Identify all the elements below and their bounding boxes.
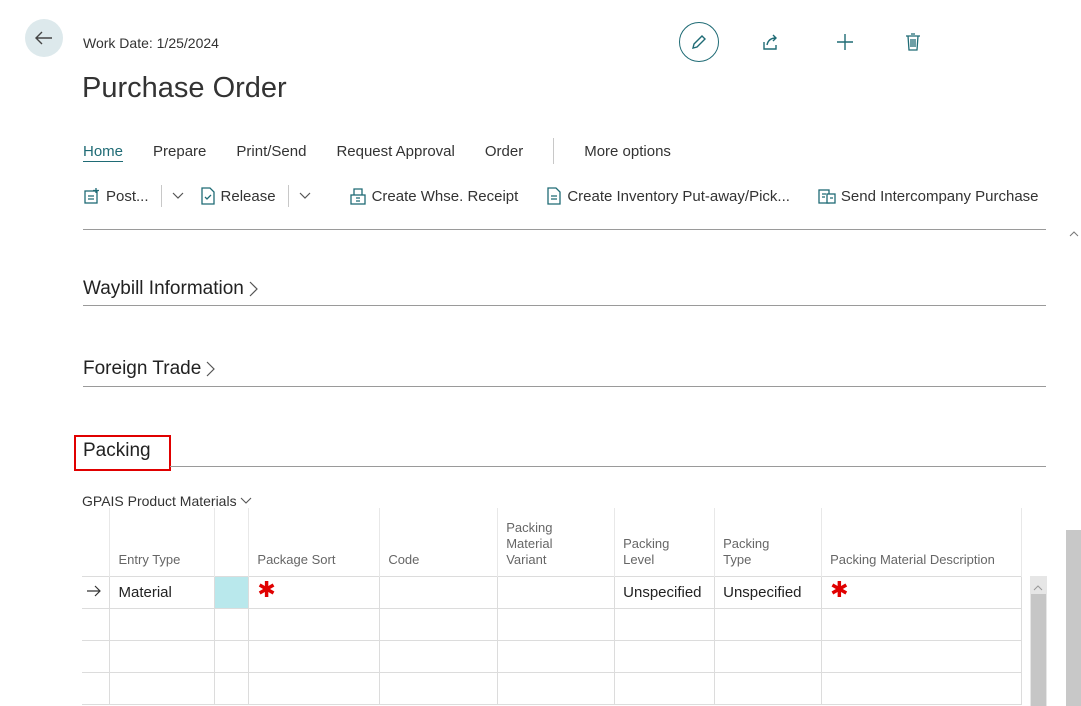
tab-order[interactable]: Order: [485, 143, 523, 160]
tab-home[interactable]: Home: [83, 143, 123, 160]
highlight-box: [74, 435, 171, 471]
create-whse-receipt-button[interactable]: Create Whse. Receipt: [349, 187, 519, 205]
code-cell[interactable]: [379, 575, 499, 609]
tab-more-options[interactable]: More options: [584, 143, 671, 160]
edit-button[interactable]: [679, 22, 719, 62]
waybill-section-title: Waybill Information: [83, 278, 244, 299]
column-header-packing-level[interactable]: Packing Level: [614, 508, 716, 576]
waybill-section-header[interactable]: Waybill Information: [83, 278, 259, 300]
share-button[interactable]: [757, 29, 783, 55]
release-icon: [200, 187, 215, 205]
table-row[interactable]: [82, 608, 1022, 641]
post-icon: [84, 188, 99, 204]
chevron-down-icon: [240, 497, 251, 504]
table-row[interactable]: [82, 672, 1022, 705]
required-indicator: ✱: [830, 576, 849, 602]
column-header-packing-type[interactable]: Packing Type: [714, 508, 823, 576]
content-divider: [83, 229, 1046, 230]
tab-prepare[interactable]: Prepare: [153, 143, 206, 160]
chevron-down-icon: [299, 192, 311, 199]
release-button[interactable]: Release: [200, 187, 276, 205]
divider: [83, 305, 1046, 306]
work-date: Work Date: 1/25/2024: [83, 35, 219, 51]
selected-cell[interactable]: [214, 575, 250, 609]
action-bar: Post... Release Create Whse. Receipt Cre…: [83, 178, 1081, 214]
table-row[interactable]: Material ✱ Unspecified Unspecified ✱: [82, 575, 1022, 609]
back-button[interactable]: [25, 19, 63, 57]
chevron-right-icon: [249, 281, 258, 297]
release-dropdown[interactable]: [289, 192, 321, 200]
tab-print-send[interactable]: Print/Send: [236, 143, 306, 160]
plus-icon: [837, 34, 853, 50]
select-column-header: [82, 508, 111, 576]
packing-type-cell[interactable]: Unspecified: [714, 575, 823, 609]
column-header-code[interactable]: Code: [379, 508, 499, 576]
post-button[interactable]: Post...: [83, 187, 149, 205]
required-indicator: ✱: [257, 576, 276, 602]
page-scroll-up[interactable]: [1069, 224, 1079, 242]
subpart-header[interactable]: GPAIS Product Materials: [82, 493, 252, 509]
chevron-up-icon: [1069, 231, 1079, 237]
warehouse-icon: [349, 188, 366, 205]
row-indicator: [82, 575, 111, 609]
action-tabs: Home Prepare Print/Send Request Approval…: [83, 138, 701, 164]
table-row[interactable]: [82, 640, 1022, 673]
document-icon: [547, 187, 561, 205]
chevron-right-icon: [206, 361, 216, 377]
column-header-packing-material-variant[interactable]: Packing Material Variant: [497, 508, 616, 576]
page-title: Purchase Order: [82, 72, 287, 104]
trash-icon: [906, 33, 920, 51]
page-scrollbar-thumb[interactable]: [1066, 530, 1081, 706]
tab-divider: [553, 138, 555, 164]
column-header-packing-material-description[interactable]: Packing Material Description: [821, 508, 1022, 576]
foreign-trade-section-header[interactable]: Foreign Trade: [83, 358, 216, 380]
package-sort-cell[interactable]: ✱: [248, 575, 381, 609]
pencil-icon: [692, 35, 706, 49]
arrow-left-icon: [35, 31, 52, 45]
tab-request-approval[interactable]: Request Approval: [336, 143, 454, 160]
entry-type-cell[interactable]: Material: [109, 575, 216, 609]
packing-material-description-cell[interactable]: ✱: [821, 575, 1022, 609]
chevron-down-icon: [172, 192, 183, 199]
subpart-title: GPAIS Product Materials: [82, 493, 237, 509]
grid-scroll-up[interactable]: [1033, 578, 1043, 596]
send-intercompany-button[interactable]: Send Intercompany Purchase: [818, 187, 1039, 205]
grid-scrollbar-thumb[interactable]: [1031, 594, 1046, 706]
packing-material-variant-cell[interactable]: [497, 575, 616, 609]
packing-level-cell[interactable]: Unspecified: [614, 575, 716, 609]
send-intercompany-label: Send Intercompany Purchase: [840, 187, 1039, 205]
create-whse-receipt-label: Create Whse. Receipt: [371, 187, 519, 205]
divider: [170, 466, 1046, 467]
post-dropdown[interactable]: [162, 192, 194, 200]
divider: [83, 386, 1046, 387]
release-label: Release: [220, 187, 276, 205]
product-materials-grid: Entry Type Package Sort Code Packing Mate…: [82, 508, 1022, 705]
new-button[interactable]: [832, 29, 858, 55]
create-inventory-label: Create Inventory Put-away/Pick...: [567, 187, 790, 205]
foreign-trade-section-title: Foreign Trade: [83, 358, 202, 379]
intercompany-icon: [818, 189, 836, 204]
column-header-entry-type[interactable]: Entry Type: [109, 508, 216, 576]
delete-button[interactable]: [900, 29, 926, 55]
column-header-package-sort[interactable]: Package Sort: [248, 508, 381, 576]
chevron-up-icon: [1033, 585, 1043, 591]
column-header-blank: [214, 508, 250, 576]
create-inventory-button[interactable]: Create Inventory Put-away/Pick...: [546, 187, 790, 205]
share-icon: [763, 34, 777, 50]
post-label: Post...: [106, 187, 149, 205]
arrow-right-icon: [87, 585, 101, 596]
